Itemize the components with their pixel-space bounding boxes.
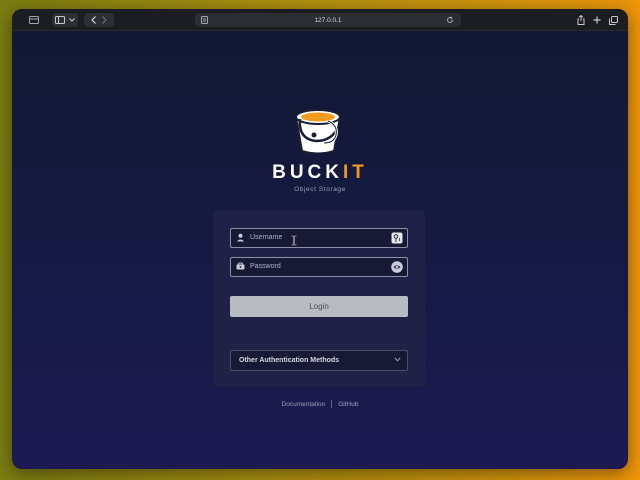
footer-divider [331, 400, 333, 408]
footer-links: Documentation GitHub [12, 400, 628, 408]
sidebar-icon [55, 16, 65, 24]
app-title-main: BUCK [272, 162, 343, 183]
username-placeholder: Username [250, 234, 283, 241]
app-subtitle: Object Storage [294, 186, 346, 193]
browser-window: 127.0.0.1 BUCKIT Object Storage Username… [12, 9, 628, 469]
chevron-down-icon [394, 357, 401, 362]
reload-icon[interactable] [446, 16, 454, 24]
back-icon[interactable] [91, 16, 97, 24]
plus-icon [593, 16, 601, 24]
app-title-accent: IT [343, 162, 368, 183]
chevron-down-icon [69, 18, 75, 22]
bucket-logo [288, 105, 348, 155]
password-manager-icon[interactable] [391, 232, 403, 244]
eye-icon[interactable] [391, 261, 403, 273]
url-text: 127.0.0.1 [314, 16, 342, 24]
forward-icon[interactable] [101, 16, 107, 24]
app-title: BUCKIT [12, 162, 628, 184]
password-field[interactable]: Password [230, 257, 408, 277]
share-icon [577, 15, 585, 25]
login-page: BUCKIT Object Storage Username Password … [12, 31, 628, 469]
other-auth-methods-dropdown[interactable]: Other Authentication Methods [230, 350, 408, 371]
tabs-icon [608, 15, 618, 25]
login-button[interactable]: Login [230, 296, 408, 317]
bucket-logo-icon [295, 109, 341, 155]
tab-overview-icon [29, 16, 39, 24]
username-field[interactable]: Username [230, 228, 408, 248]
tab-overview-button[interactable] [24, 13, 44, 27]
other-auth-methods-label: Other Authentication Methods [239, 357, 340, 364]
text-cursor-icon [291, 235, 297, 246]
login-card: Username Password Login Other Authentica… [213, 211, 425, 387]
address-bar[interactable]: 127.0.0.1 [195, 13, 461, 27]
browser-toolbar: 127.0.0.1 [12, 9, 628, 31]
tab-overview-right-button[interactable] [606, 13, 620, 27]
github-link[interactable]: GitHub [338, 401, 358, 408]
sidebar-toggle-button[interactable] [52, 13, 78, 27]
password-placeholder: Password [250, 263, 281, 270]
documentation-link[interactable]: Documentation [282, 401, 326, 408]
user-icon [236, 233, 245, 242]
share-button[interactable] [574, 13, 588, 27]
new-tab-button[interactable] [590, 13, 604, 27]
key-icon [236, 262, 245, 270]
page-settings-icon[interactable] [201, 16, 208, 24]
navigation-buttons [84, 13, 114, 27]
